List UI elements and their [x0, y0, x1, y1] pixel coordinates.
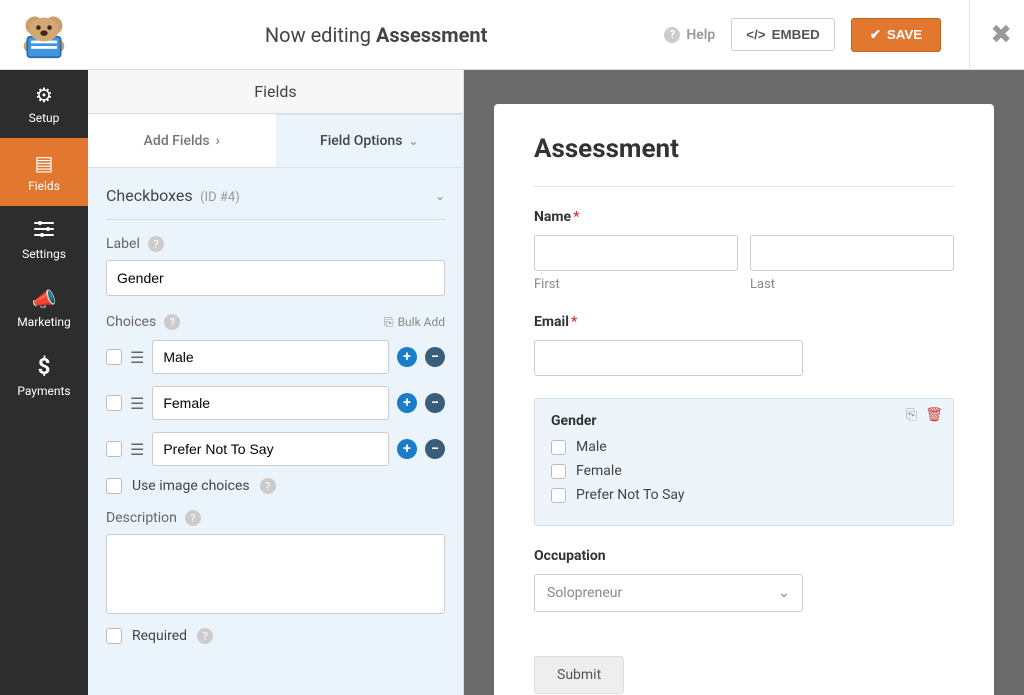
panel-tabs: Add Fields › Field Options ⌄ — [88, 114, 463, 168]
drag-handle-icon[interactable]: ☰ — [130, 440, 144, 459]
field-label: Gender — [551, 413, 937, 429]
label-input[interactable] — [106, 260, 445, 296]
choice-input[interactable] — [152, 340, 389, 374]
embed-button[interactable]: </> EMBED — [731, 18, 834, 51]
check-icon: ✔ — [870, 27, 881, 43]
choice-row: ☰ + − — [106, 386, 445, 420]
divider — [534, 186, 954, 187]
remove-choice-button[interactable]: − — [425, 439, 445, 459]
occupation-field[interactable]: Occupation Solopreneur ⌄ — [534, 548, 954, 612]
sidebar-item-setup[interactable]: ⚙ Setup — [0, 70, 88, 138]
left-sidebar: ⚙ Setup ▤ Fields Settings 📣 Marketing $ … — [0, 70, 88, 695]
form-preview: Assessment Name* First Last Email* — [494, 104, 994, 695]
add-choice-button[interactable]: + — [397, 439, 417, 459]
gender-field-selected[interactable]: ⎘ 🗑 Gender Male Female Prefer Not To Say — [534, 398, 954, 526]
description-textarea[interactable] — [106, 534, 445, 614]
name-field[interactable]: Name* First Last — [534, 209, 954, 292]
checkbox-option[interactable]: Female — [551, 463, 937, 479]
use-image-label: Use image choices — [132, 478, 250, 494]
help-icon[interactable]: ? — [185, 510, 201, 526]
help-icon[interactable]: ? — [197, 628, 213, 644]
choice-default-checkbox[interactable] — [106, 441, 122, 457]
help-icon[interactable]: ? — [260, 478, 276, 494]
sidebar-item-settings[interactable]: Settings — [0, 206, 88, 274]
save-button[interactable]: ✔ SAVE — [851, 18, 941, 52]
choice-input[interactable] — [152, 432, 389, 466]
code-icon: </> — [746, 27, 765, 42]
first-sublabel: First — [534, 277, 738, 292]
bullhorn-icon: 📣 — [32, 287, 57, 311]
checkbox-option[interactable]: Male — [551, 439, 937, 455]
label-caption-row: Label ? — [106, 236, 445, 252]
field-label: Occupation — [534, 548, 954, 564]
add-choice-button[interactable]: + — [397, 393, 417, 413]
field-panel: Fields Add Fields › Field Options ⌄ Chec… — [88, 70, 464, 695]
add-choice-button[interactable]: + — [397, 347, 417, 367]
chevron-right-icon: › — [216, 133, 220, 149]
help-icon[interactable]: ? — [148, 236, 164, 252]
description-caption: Description — [106, 510, 177, 526]
help-icon: ? — [664, 27, 680, 43]
required-checkbox[interactable] — [106, 628, 122, 644]
choice-input[interactable] — [152, 386, 389, 420]
field-label: Name* — [534, 209, 954, 225]
use-image-row: Use image choices ? — [106, 478, 445, 494]
checkbox-option[interactable]: Prefer Not To Say — [551, 487, 937, 503]
email-field[interactable]: Email* — [534, 314, 954, 376]
section-header: Fields — [88, 70, 463, 114]
choice-default-checkbox[interactable] — [106, 395, 122, 411]
preview-canvas: Assessment Name* First Last Email* — [464, 70, 1024, 695]
last-sublabel: Last — [750, 277, 954, 292]
drag-handle-icon[interactable]: ☰ — [130, 394, 144, 413]
choices-head: Choices ? ⎘ Bulk Add — [106, 314, 445, 330]
sidebar-item-marketing[interactable]: 📣 Marketing — [0, 274, 88, 342]
chevron-down-icon: ⌄ — [408, 134, 418, 148]
chevron-down-icon: ⌄ — [435, 189, 445, 203]
tab-field-options[interactable]: Field Options ⌄ — [276, 114, 464, 168]
field-label: Email* — [534, 314, 954, 330]
choices-caption: Choices — [106, 314, 156, 330]
form-icon: ▤ — [35, 151, 54, 175]
top-actions: ? Help </> EMBED ✔ SAVE — [664, 18, 961, 52]
close-button[interactable]: ✖ — [978, 20, 1024, 50]
main-area: ⚙ Setup ▤ Fields Settings 📣 Marketing $ … — [0, 70, 1024, 695]
choice-row: ☰ + − — [106, 432, 445, 466]
choice-default-checkbox[interactable] — [106, 349, 122, 365]
gear-icon: ⚙ — [35, 83, 53, 107]
chevron-down-icon: ⌄ — [778, 585, 790, 601]
duplicate-icon[interactable]: ⎘ — [906, 407, 917, 423]
last-name-input[interactable] — [750, 235, 954, 271]
trash-icon[interactable]: 🗑 — [925, 407, 943, 423]
occupation-select[interactable]: Solopreneur ⌄ — [534, 574, 803, 612]
description-caption-row: Description ? — [106, 510, 445, 526]
help-link[interactable]: ? Help — [664, 27, 715, 43]
field-heading[interactable]: Checkboxes (ID #4) ⌄ — [106, 182, 445, 220]
submit-button[interactable]: Submit — [534, 656, 624, 694]
required-row: Required ? — [106, 628, 445, 644]
label-caption: Label — [106, 236, 140, 252]
remove-choice-button[interactable]: − — [425, 347, 445, 367]
tab-add-fields[interactable]: Add Fields › — [88, 114, 276, 168]
email-input[interactable] — [534, 340, 803, 376]
form-title: Assessment — [534, 134, 954, 164]
help-icon[interactable]: ? — [164, 314, 180, 330]
dollar-icon: $ — [38, 355, 51, 380]
top-bar: Now editing Assessment ? Help </> EMBED … — [0, 0, 1024, 70]
drag-handle-icon[interactable]: ☰ — [130, 348, 144, 367]
bulk-add-link[interactable]: ⎘ Bulk Add — [384, 315, 445, 330]
use-image-checkbox[interactable] — [106, 478, 122, 494]
required-label: Required — [132, 628, 187, 644]
remove-choice-button[interactable]: − — [425, 393, 445, 413]
upload-icon: ⎘ — [384, 315, 394, 330]
sidebar-item-payments[interactable]: $ Payments — [0, 342, 88, 410]
divider — [969, 0, 970, 70]
sliders-icon — [33, 219, 55, 243]
first-name-input[interactable] — [534, 235, 738, 271]
field-options-body: Checkboxes (ID #4) ⌄ Label ? Choices ? ⎘… — [88, 168, 463, 695]
brand-logo — [0, 11, 88, 59]
page-title: Now editing Assessment — [88, 23, 664, 47]
sidebar-item-fields[interactable]: ▤ Fields — [0, 138, 88, 206]
choice-row: ☰ + − — [106, 340, 445, 374]
